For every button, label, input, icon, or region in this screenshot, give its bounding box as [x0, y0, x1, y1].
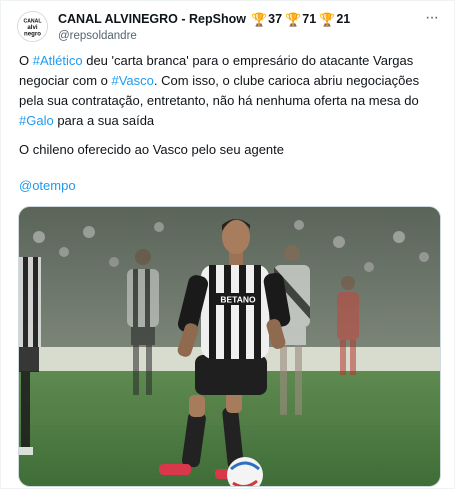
tweet-text: O #Atlético deu 'carta branca' para o em… — [19, 51, 439, 131]
avatar-text-negro: negro — [24, 30, 41, 37]
tweet-card[interactable]: CANAL alvi negro CANAL ALVINEGRO - RepSh… — [0, 0, 455, 489]
author-badges: 🏆 37 🏆 71 🏆 21 — [251, 12, 353, 26]
tweet-header: CANAL ALVINEGRO - RepShow 🏆 37 🏆 71 🏆 21 @r… — [58, 10, 414, 42]
badge-count: 37 — [268, 12, 283, 26]
shirt-sponsor-text: BETANO — [220, 295, 256, 305]
avatar-logo-icon: CANAL alvi negro — [18, 12, 47, 41]
badge-2: 🏆 71 — [285, 12, 316, 26]
tweet-text-segment: para a sua saída — [53, 113, 155, 128]
hashtag-vasco-link[interactable]: #Vasco — [112, 73, 154, 88]
tweet-paragraph-2: O chileno oferecido ao Vasco pelo seu ag… — [19, 142, 284, 157]
trophy-icon: 🏆 — [319, 11, 336, 27]
football-photo: BETANO — [19, 207, 440, 486]
author-handle[interactable]: @repsoldandre — [58, 30, 414, 42]
more-horizontal-icon[interactable]: ··· — [425, 9, 439, 27]
mention-otempo-link[interactable]: @otempo — [19, 176, 76, 196]
badge-1: 🏆 37 — [251, 12, 282, 26]
hashtag-galo-link[interactable]: #Galo — [19, 113, 54, 128]
badge-count: 71 — [302, 12, 317, 26]
trophy-icon: 🏆 — [285, 11, 302, 27]
hashtag-atletico-link[interactable]: #Atlético — [33, 53, 83, 68]
tweet-media-photo[interactable]: BETANO — [18, 206, 441, 487]
author-name[interactable]: CANAL ALVINEGRO - RepShow — [58, 12, 246, 26]
trophy-icon: 🏆 — [250, 11, 268, 27]
tweet-text-segment: O — [19, 53, 33, 68]
author-name-row: CANAL ALVINEGRO - RepShow 🏆 37 🏆 71 🏆 21 — [58, 10, 414, 28]
author-avatar[interactable]: CANAL alvi negro — [17, 11, 48, 42]
badge-count: 21 — [336, 12, 351, 26]
badge-3: 🏆 21 — [319, 12, 350, 26]
